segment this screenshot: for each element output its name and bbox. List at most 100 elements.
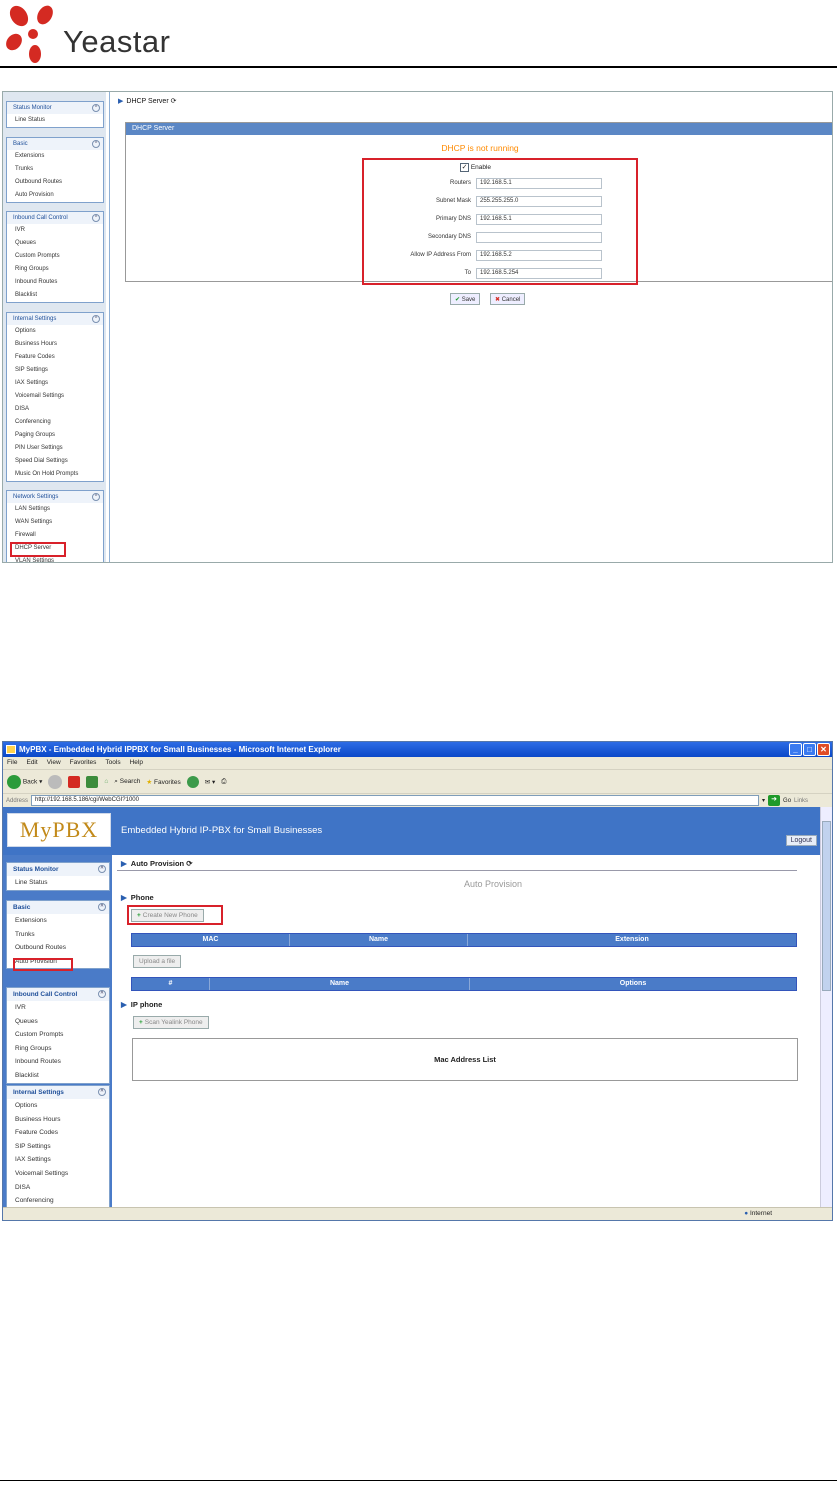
field-input[interactable]: 192.168.5.1 <box>476 178 602 189</box>
sidebar-item[interactable]: Outbound Routes <box>7 176 103 189</box>
back-button[interactable]: Back ▾ <box>7 774 42 789</box>
mail-icon[interactable]: ✉ ▾ <box>205 778 216 786</box>
scroll-thumb[interactable] <box>822 821 831 991</box>
sidebar-item[interactable]: Feature Codes <box>7 351 103 364</box>
sidebar-group-title[interactable]: Inbound Call Control ^ <box>7 212 103 224</box>
sidebar-item[interactable]: Ring Groups <box>7 1042 109 1056</box>
history-icon[interactable] <box>186 775 199 788</box>
menu-item[interactable]: Help <box>130 759 143 769</box>
sidebar-item[interactable]: Outbound Routes <box>7 941 109 955</box>
logout-button[interactable]: Logout <box>785 835 817 846</box>
sidebar-item[interactable]: IAX Settings <box>7 1153 109 1167</box>
sidebar-item[interactable]: SIP Settings <box>7 364 103 377</box>
scrollbar[interactable] <box>820 807 832 1208</box>
sidebar-item[interactable]: Queues <box>7 1015 109 1029</box>
sidebar-group-title[interactable]: Status Monitor ^ <box>7 863 109 876</box>
sidebar-item[interactable]: Conferencing <box>7 416 103 429</box>
sidebar-group-title[interactable]: Internal Settings ^ <box>7 1086 109 1099</box>
sidebar-item[interactable]: Extensions <box>7 150 103 163</box>
minimize-button[interactable]: _ <box>789 743 802 756</box>
sidebar-item[interactable]: IVR <box>7 1001 109 1015</box>
search-button[interactable]: ⌕ Search <box>114 778 140 786</box>
home-icon[interactable]: ⌂ <box>104 778 108 785</box>
menu-item[interactable]: File <box>7 759 17 769</box>
field-input[interactable]: 192.168.5.254 <box>476 268 602 279</box>
sidebar-item[interactable]: Conferencing <box>7 1194 109 1208</box>
address-input[interactable]: http://192.168.5.186/cgi/WebCGI?1000 <box>31 795 760 806</box>
sidebar-item[interactable]: Trunks <box>7 163 103 176</box>
sidebar-group-title[interactable]: Basic ^ <box>7 138 103 150</box>
sidebar-item[interactable]: Queues <box>7 237 103 250</box>
sidebar-item[interactable]: SIP Settings <box>7 1140 109 1154</box>
sidebar-item[interactable]: Business Hours <box>7 1113 109 1127</box>
sidebar-group-title[interactable]: Status Monitor ^ <box>7 102 103 114</box>
collapse-icon[interactable]: ^ <box>98 865 106 873</box>
sidebar-item[interactable]: Line Status <box>7 876 109 890</box>
menu-item[interactable]: View <box>47 759 61 769</box>
refresh-icon[interactable] <box>86 775 99 788</box>
sidebar-item[interactable]: Music On Hold Prompts <box>7 468 103 481</box>
maximize-button[interactable]: □ <box>803 743 816 756</box>
create-new-phone-button[interactable]: + Create New Phone <box>131 909 204 922</box>
collapse-icon[interactable]: ^ <box>92 104 100 112</box>
sidebar-item[interactable]: Feature Codes <box>7 1126 109 1140</box>
sidebar-item[interactable]: Inbound Routes <box>7 1055 109 1069</box>
sidebar-item[interactable]: LAN Settings <box>7 503 103 516</box>
links-label[interactable]: Links <box>794 798 808 804</box>
sidebar-item[interactable]: DISA <box>7 403 103 416</box>
forward-arrow-icon[interactable] <box>48 774 63 789</box>
menu-item[interactable]: Edit <box>26 759 37 769</box>
collapse-icon[interactable]: ^ <box>98 1088 106 1096</box>
field-input[interactable] <box>476 232 602 243</box>
sidebar-item[interactable]: Voicemail Settings <box>7 390 103 403</box>
save-button[interactable]: ✔ Save <box>450 293 481 305</box>
sidebar-item[interactable]: Business Hours <box>7 338 103 351</box>
scan-yealink-button[interactable]: + Scan Yealink Phone <box>133 1016 209 1029</box>
address-dropdown-icon[interactable]: ▾ <box>762 797 765 804</box>
collapse-icon[interactable]: ^ <box>92 315 100 323</box>
collapse-icon[interactable]: ^ <box>98 990 106 998</box>
sidebar-item[interactable]: DISA <box>7 1181 109 1195</box>
enable-checkbox[interactable]: ✓ <box>460 163 469 172</box>
sidebar-group-title[interactable]: Network Settings ^ <box>7 491 103 503</box>
sidebar-item[interactable]: Blacklist <box>7 1069 109 1083</box>
print-icon[interactable]: ⎙ <box>221 778 226 786</box>
collapse-icon[interactable]: ^ <box>98 903 106 911</box>
field-input[interactable]: 255.255.255.0 <box>476 196 602 207</box>
upload-file-button[interactable]: Upload a file <box>133 955 182 968</box>
sidebar-item[interactable]: Voicemail Settings <box>7 1167 109 1181</box>
menu-item[interactable]: Tools <box>105 759 120 769</box>
sidebar-group-title[interactable]: Inbound Call Control ^ <box>7 988 109 1001</box>
sidebar-group-title[interactable]: Basic ^ <box>7 901 109 914</box>
sidebar-item[interactable]: IVR <box>7 224 103 237</box>
sidebar-item[interactable]: Auto Provision <box>7 189 103 202</box>
sidebar-item[interactable]: Custom Prompts <box>7 250 103 263</box>
sidebar-item[interactable]: Blacklist <box>7 289 103 302</box>
collapse-icon[interactable]: ^ <box>92 140 100 148</box>
sidebar-item[interactable]: Speed Dial Settings <box>7 455 103 468</box>
field-input[interactable]: 192.168.5.1 <box>476 214 602 225</box>
sidebar-item[interactable]: Extensions <box>7 914 109 928</box>
refresh-icon[interactable]: ⟳ <box>186 859 192 868</box>
collapse-icon[interactable]: ^ <box>92 493 100 501</box>
sidebar-item[interactable]: PIN User Settings <box>7 442 103 455</box>
stop-icon[interactable] <box>68 775 81 788</box>
cancel-button[interactable]: ✖ Cancel <box>490 293 526 305</box>
sidebar-item[interactable]: Custom Prompts <box>7 1028 109 1042</box>
sidebar-item[interactable]: WAN Settings <box>7 516 103 529</box>
sidebar-item[interactable]: Inbound Routes <box>7 276 103 289</box>
field-input[interactable]: 192.168.5.2 <box>476 250 602 261</box>
collapse-icon[interactable]: ^ <box>92 214 100 222</box>
sidebar-item[interactable]: Line Status <box>7 114 103 127</box>
sidebar-item[interactable]: Options <box>7 325 103 338</box>
favorites-button[interactable]: ★ Favorites <box>146 778 180 786</box>
refresh-icon[interactable]: ⟳ <box>171 98 177 105</box>
sidebar-item[interactable]: IAX Settings <box>7 377 103 390</box>
sidebar-item[interactable]: Paging Groups <box>7 429 103 442</box>
sidebar-group-title[interactable]: Internal Settings ^ <box>7 313 103 325</box>
go-label[interactable]: Go <box>783 798 791 804</box>
sidebar-item[interactable]: Options <box>7 1099 109 1113</box>
sidebar-item[interactable]: Trunks <box>7 928 109 942</box>
close-window-button[interactable]: ✕ <box>817 743 830 756</box>
sidebar-item[interactable]: Ring Groups <box>7 263 103 276</box>
